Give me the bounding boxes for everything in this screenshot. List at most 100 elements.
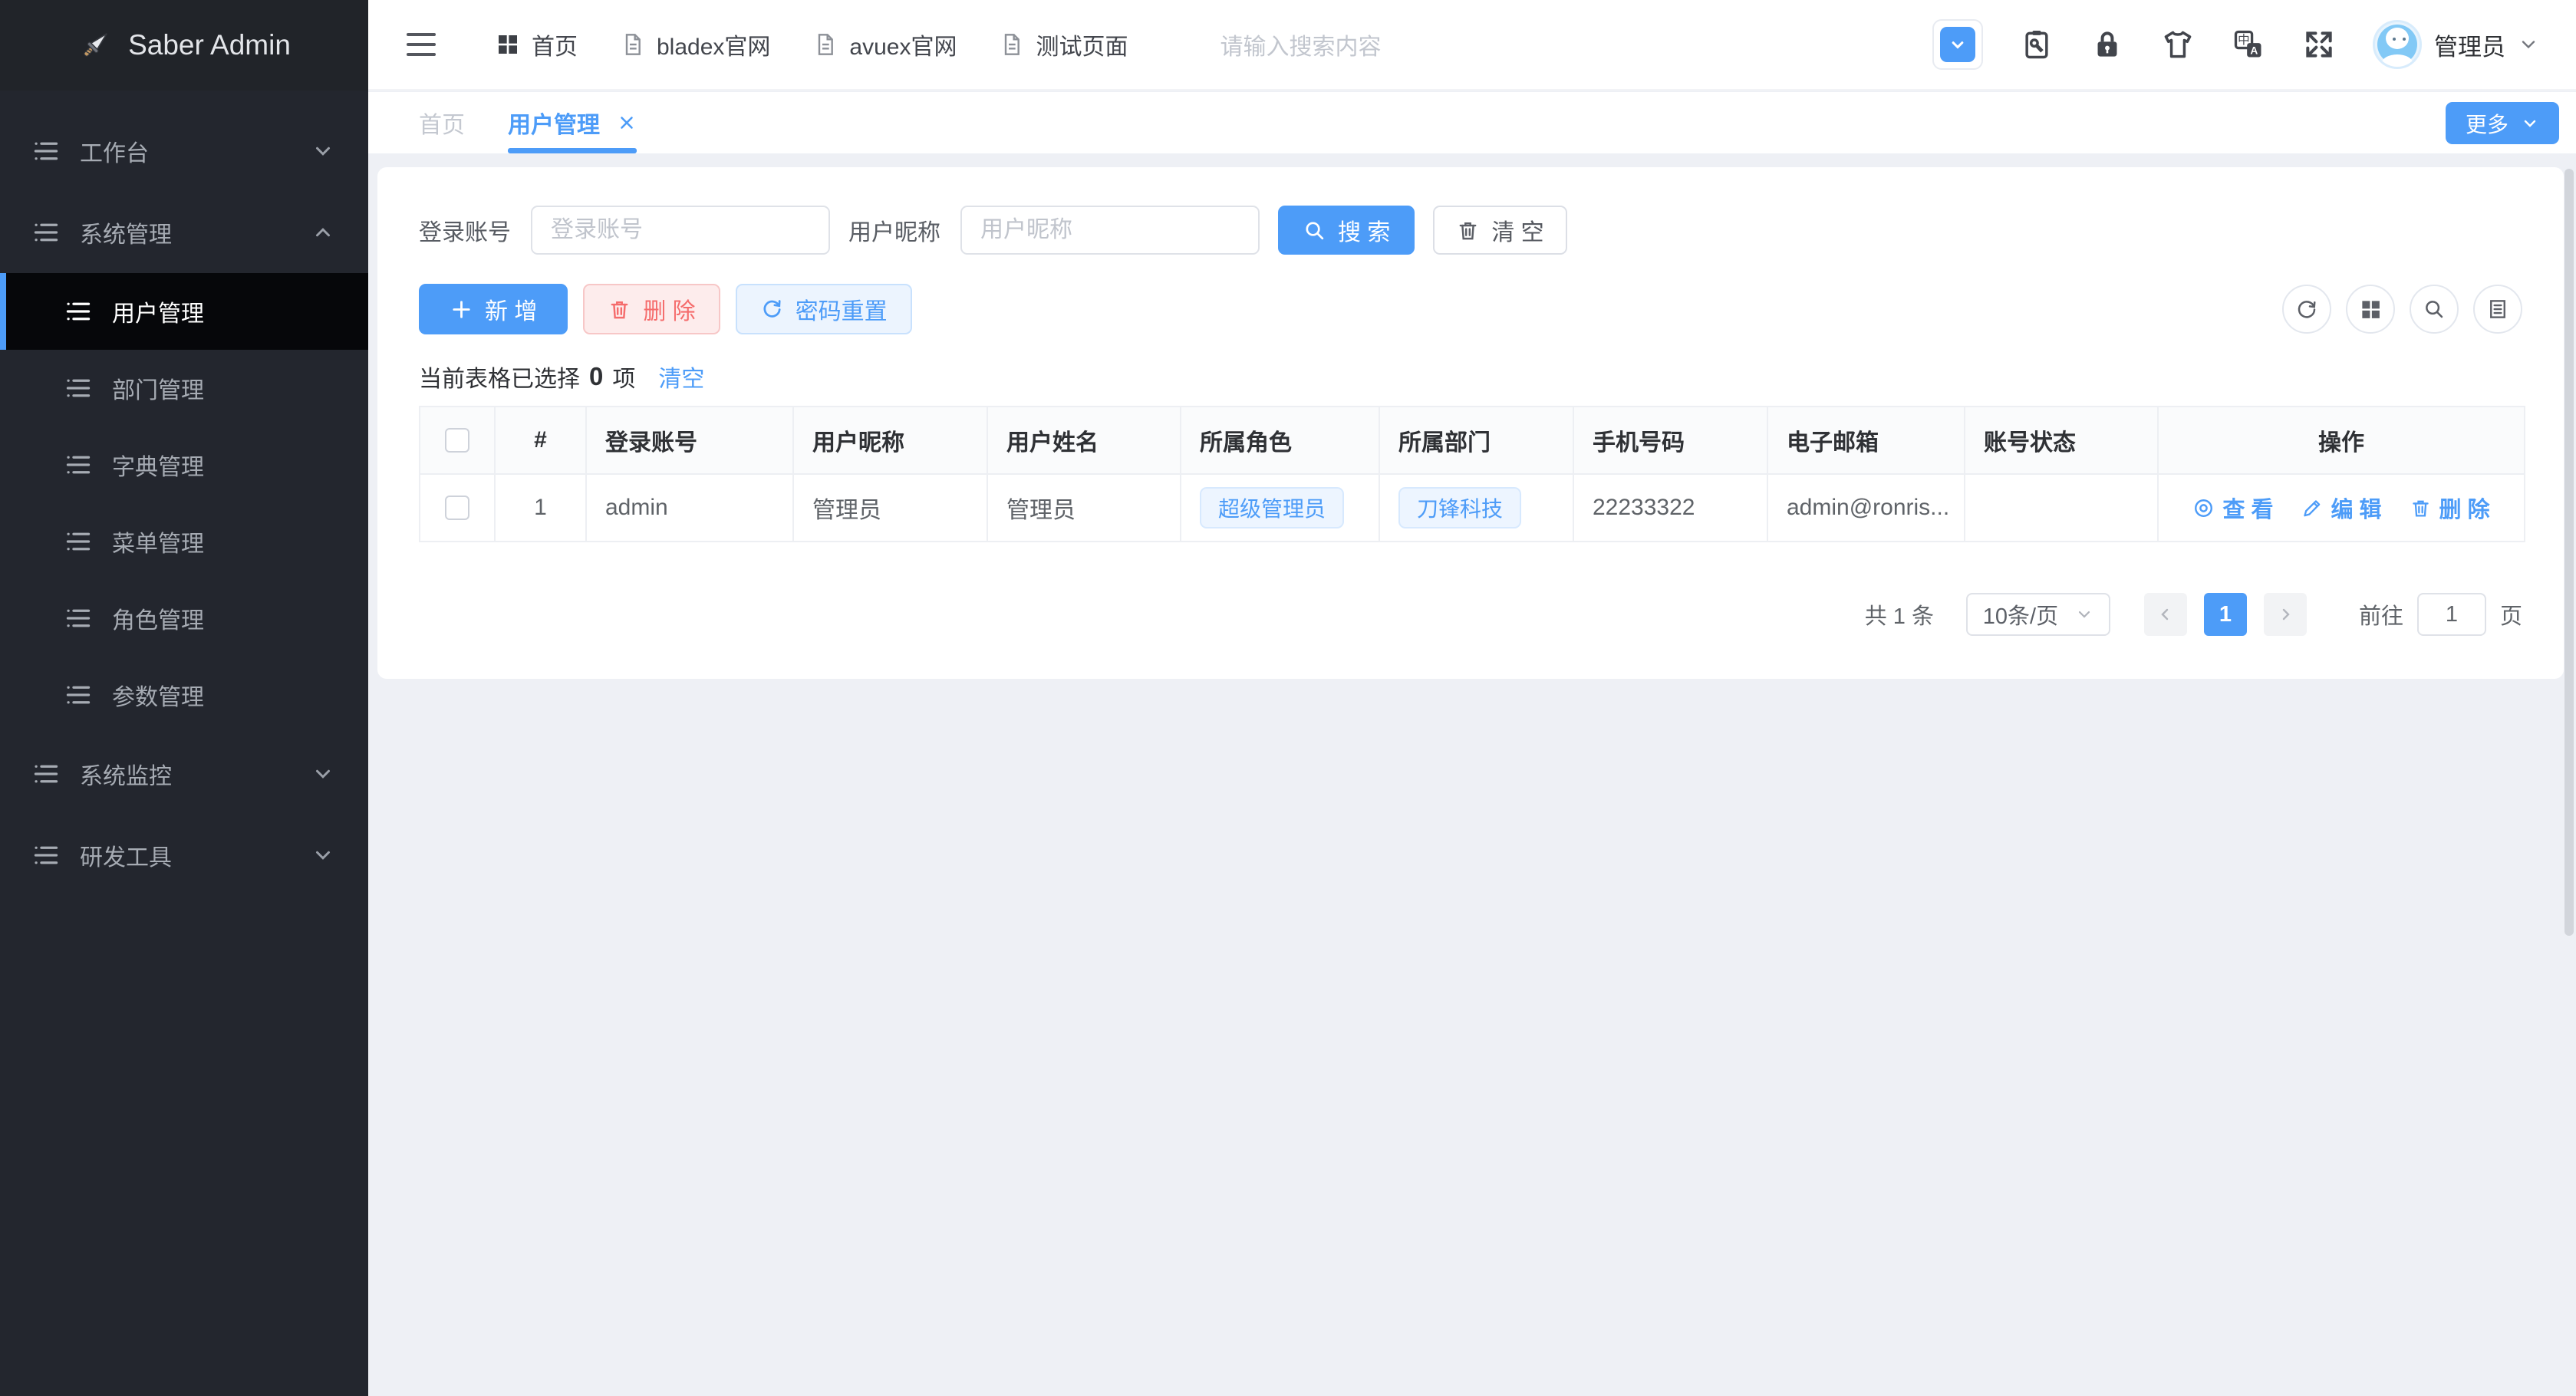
sidebar-item-workbench[interactable]: 工作台 xyxy=(0,110,368,192)
column-header-nickname: 用户昵称 xyxy=(792,406,988,475)
column-header-ops: 操作 xyxy=(2157,406,2525,475)
sidebar-item-label: 研发工具 xyxy=(80,845,172,871)
print-list-button[interactable] xyxy=(2473,285,2522,334)
account-input[interactable] xyxy=(531,206,830,255)
top-nav-label: 测试页面 xyxy=(1036,35,1128,60)
refresh-table-button[interactable] xyxy=(2282,285,2331,334)
list-icon xyxy=(66,302,91,321)
pagination: 共 1 条 10条/页 1 前往 页 xyxy=(419,593,2522,636)
chevron-down-icon xyxy=(2522,41,2535,49)
theme-icon[interactable] xyxy=(2161,28,2195,61)
column-header-index: # xyxy=(494,406,587,475)
top-nav-test-page[interactable]: 测试页面 xyxy=(1000,28,1128,61)
add-button[interactable]: 新 增 xyxy=(419,284,568,334)
sidebar-item-role-mgmt[interactable]: 角色管理 xyxy=(0,580,368,657)
search-icon xyxy=(2426,301,2443,318)
table-header-row: # 登录账号 用户昵称 用户姓名 所属角色 所属部门 手机号码 电子邮箱 账号状… xyxy=(419,406,2525,475)
top-nav-label: 首页 xyxy=(532,35,578,60)
chevron-down-icon xyxy=(311,844,334,867)
sidebar-collapse-button[interactable] xyxy=(407,33,436,56)
sidebar-item-system-mgmt[interactable]: 系统管理 xyxy=(0,192,368,273)
view-icon xyxy=(2195,499,2213,517)
reset-password-button[interactable]: 密码重置 xyxy=(735,284,912,334)
sidebar-item-dev-tools[interactable]: 研发工具 xyxy=(0,815,368,896)
close-icon[interactable] xyxy=(617,113,637,133)
cell-status xyxy=(1964,473,2159,542)
svg-text:A: A xyxy=(2250,44,2258,56)
search-button-label: 搜 索 xyxy=(1338,220,1391,245)
lock-icon[interactable] xyxy=(2090,28,2124,61)
cell-realname: 管理员 xyxy=(987,473,1181,542)
sidebar-item-dict-mgmt[interactable]: 字典管理 xyxy=(0,426,368,503)
clear-button-label: 清 空 xyxy=(1491,220,1544,245)
trash-icon xyxy=(2412,500,2429,517)
work-order-icon[interactable] xyxy=(2020,28,2054,61)
topbar-actions: 中A 管理员 xyxy=(1932,19,2576,70)
top-nav-label: bladex官网 xyxy=(657,35,771,60)
delete-button-label: 删 除 xyxy=(643,299,696,324)
column-settings-button[interactable] xyxy=(2346,285,2395,334)
tabs-more-label: 更多 xyxy=(2465,112,2508,137)
next-page-button[interactable] xyxy=(2263,593,2307,636)
selection-clear-link[interactable]: 清空 xyxy=(658,360,704,393)
pagination-total: 共 1 条 xyxy=(1864,604,1934,629)
sidebar-item-system-monitor[interactable]: 系统监控 xyxy=(0,733,368,815)
scrollbar-thumb[interactable] xyxy=(2564,169,2574,936)
delete-button[interactable]: 删 除 xyxy=(583,284,720,334)
top-nav-home[interactable]: 首页 xyxy=(496,28,578,61)
cell-phone: 22233322 xyxy=(1573,473,1768,542)
top-menu-toggle-button[interactable] xyxy=(1932,19,1983,70)
sidebar-item-label: 字典管理 xyxy=(112,455,204,480)
page-size-select[interactable]: 10条/页 xyxy=(1965,593,2110,636)
clear-button[interactable]: 清 空 xyxy=(1433,206,1567,255)
delete-link-label: 删 除 xyxy=(2439,498,2490,522)
cell-nickname: 管理员 xyxy=(792,473,988,542)
global-search-input[interactable]: 请输入搜索内容 xyxy=(1220,28,1465,61)
top-nav-avuex[interactable]: avuex官网 xyxy=(813,28,957,61)
sidebar-item-param-mgmt[interactable]: 参数管理 xyxy=(0,657,368,733)
dept-tag: 刀锋科技 xyxy=(1398,487,1522,528)
search-icon xyxy=(1306,221,1324,239)
topbar: 首页 bladex官网 avuex官网 测试页面 请输入搜索内容 中A 管理员 xyxy=(368,0,2576,91)
goto-page-input[interactable] xyxy=(2416,593,2486,636)
sidebar: Saber Admin 工作台 系统管理 用户管理 部门管理 字典管理 菜单管理 xyxy=(0,0,368,1396)
table-actions: 新 增 删 除 密码重置 xyxy=(419,284,2522,334)
table-row: 1 admin 管理员 管理员 超级管理员 刀锋科技 22233322 admi… xyxy=(419,473,2525,542)
language-icon[interactable]: 中A xyxy=(2232,28,2265,61)
search-button[interactable]: 搜 索 xyxy=(1278,206,1415,255)
prev-page-button[interactable] xyxy=(2143,593,2187,636)
tab-label: 首页 xyxy=(419,113,465,138)
fullscreen-icon[interactable] xyxy=(2302,28,2336,61)
sidebar-item-label: 菜单管理 xyxy=(112,532,204,557)
tab-user-mgmt[interactable]: 用户管理 xyxy=(508,92,637,153)
sidebar-item-label: 角色管理 xyxy=(112,608,204,634)
filter-form: 登录账号 用户昵称 搜 索 清 空 xyxy=(419,206,2522,255)
select-all-checkbox[interactable] xyxy=(445,428,469,453)
sidebar-item-user-mgmt[interactable]: 用户管理 xyxy=(0,273,368,350)
page-number-button[interactable]: 1 xyxy=(2203,593,2247,636)
top-nav: 首页 bladex官网 avuex官网 测试页面 xyxy=(496,28,1128,61)
sidebar-item-menu-mgmt[interactable]: 菜单管理 xyxy=(0,503,368,580)
column-header-role: 所属角色 xyxy=(1180,406,1380,475)
table-toolbar xyxy=(2282,285,2522,334)
tabs-more-button[interactable]: 更多 xyxy=(2445,102,2559,144)
top-nav-bladex[interactable]: bladex官网 xyxy=(621,28,770,61)
account-field-label: 登录账号 xyxy=(419,220,511,245)
delete-link[interactable]: 删 除 xyxy=(2410,492,2490,524)
view-link[interactable]: 查 看 xyxy=(2192,492,2273,524)
edit-icon xyxy=(2304,499,2321,516)
user-menu[interactable]: 管理员 xyxy=(2373,20,2539,69)
cell-email: admin@ronris... xyxy=(1767,473,1965,542)
sidebar-menu: 工作台 系统管理 用户管理 部门管理 字典管理 菜单管理 角色管理 参数管理 系… xyxy=(0,91,368,896)
nickname-input[interactable] xyxy=(960,206,1260,255)
sidebar-item-dept-mgmt[interactable]: 部门管理 xyxy=(0,350,368,426)
column-header-phone: 手机号码 xyxy=(1573,406,1768,475)
cell-account: admin xyxy=(585,473,794,542)
chevron-down-icon xyxy=(1940,27,1975,62)
toggle-search-button[interactable] xyxy=(2410,285,2459,334)
row-checkbox[interactable] xyxy=(445,496,469,520)
chevron-right-icon xyxy=(2282,608,2290,621)
edit-link[interactable]: 编 辑 xyxy=(2301,492,2382,524)
document-icon xyxy=(1005,34,1020,55)
tab-home[interactable]: 首页 xyxy=(419,92,465,153)
